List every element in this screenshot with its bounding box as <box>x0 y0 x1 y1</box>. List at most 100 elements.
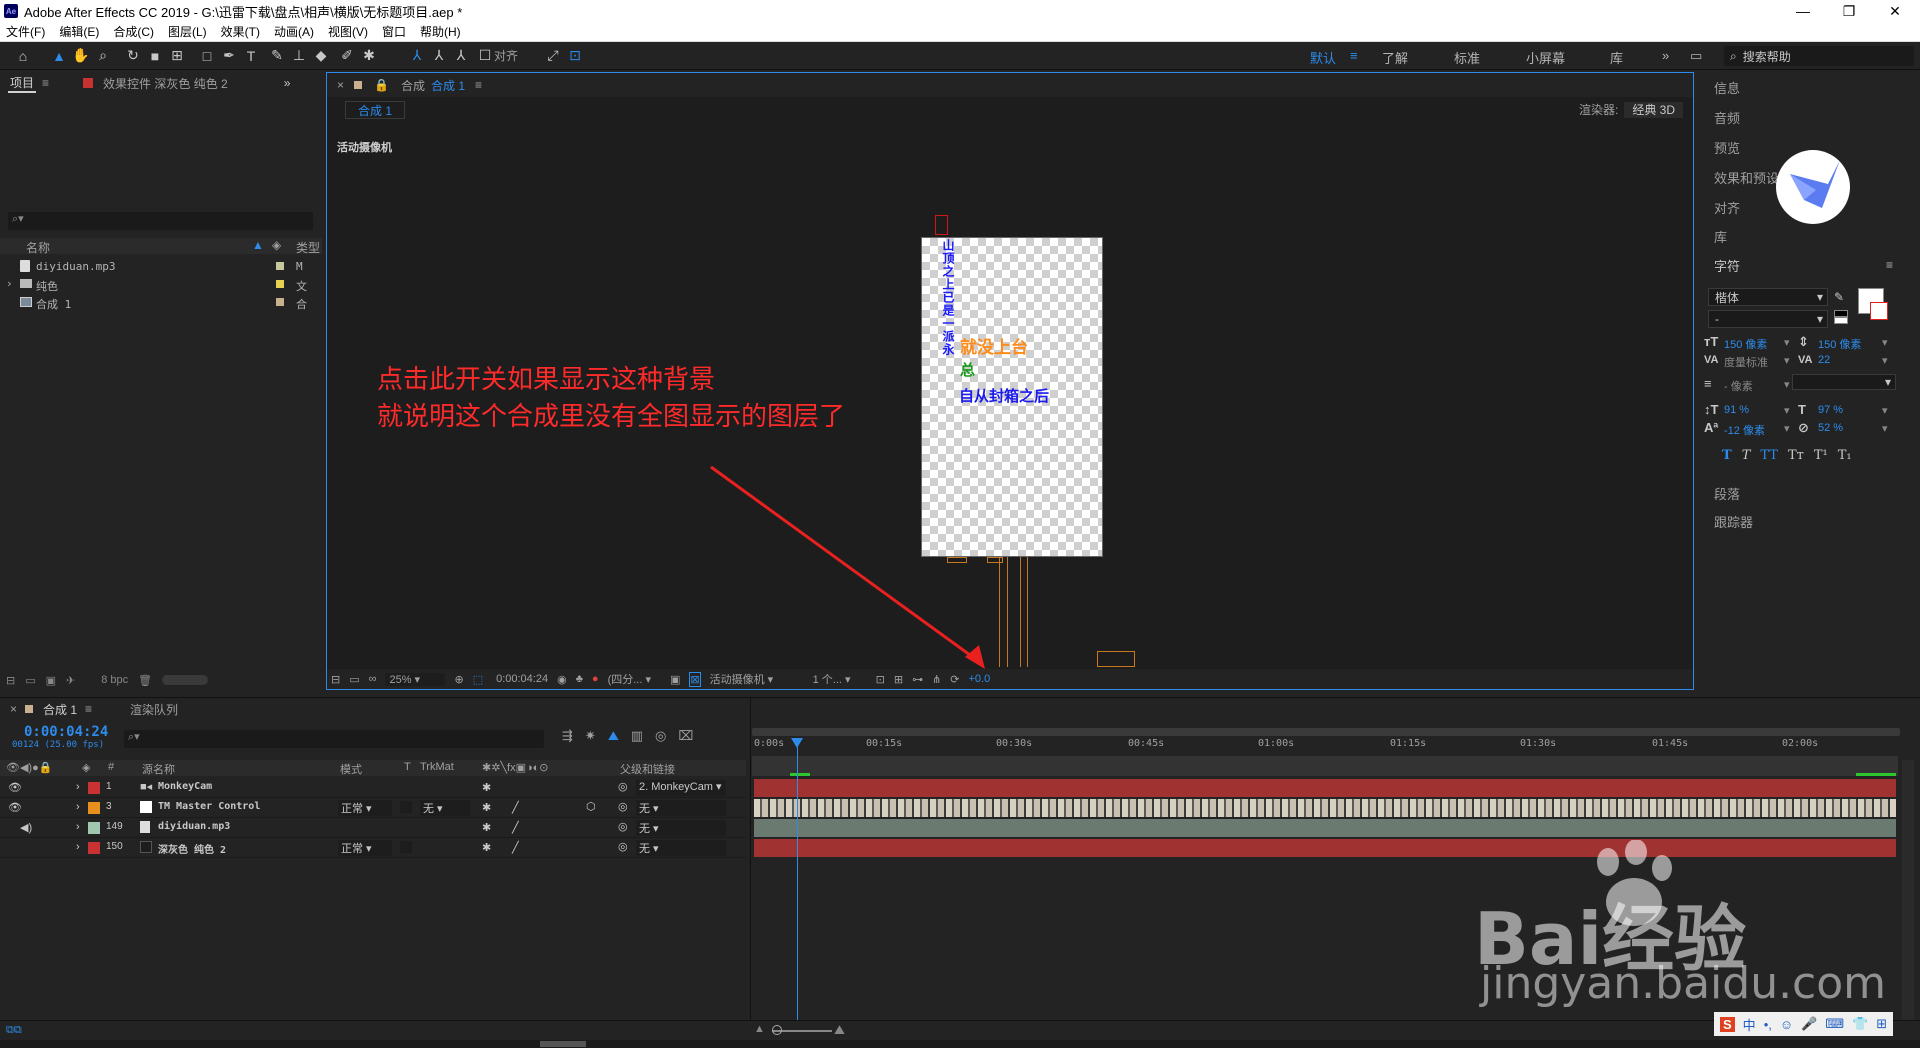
expand-arrow-icon[interactable]: › <box>76 801 80 813</box>
project-item[interactable]: 合成 1 合 <box>0 294 322 312</box>
preserve-transparency-checkbox[interactable] <box>400 801 412 813</box>
workspace-menu-icon[interactable]: ≡ <box>1350 48 1358 63</box>
preserve-transparency-checkbox[interactable] <box>400 841 412 853</box>
label-column-icon[interactable]: ◈ <box>272 238 281 252</box>
workspace-learn[interactable]: 了解 <box>1382 48 1408 67</box>
column-type[interactable]: 类型 <box>296 239 320 256</box>
toggle-pixel-aspect-icon[interactable]: ⊡ <box>876 673 885 686</box>
quality-switch-icon[interactable]: ╱ <box>512 821 519 834</box>
white-swatch[interactable] <box>1834 317 1848 324</box>
fit-icon[interactable]: ⊕ <box>454 673 463 686</box>
tab-composition[interactable]: 合成 1 <box>431 77 465 94</box>
layer-row[interactable]: ◀) › 149 diyiduan.mp3 ✱ ╱ ◎ 无 ▾ <box>0 818 746 838</box>
layer-duration-bar[interactable] <box>754 779 1896 797</box>
home-icon[interactable]: ⌂ <box>12 45 34 67</box>
panel-menu-icon[interactable]: ≡ <box>85 702 92 716</box>
work-area-bar[interactable] <box>752 756 1898 776</box>
workspace-small-screen[interactable]: 小屏幕 <box>1526 48 1565 67</box>
layer-duration-bar[interactable] <box>754 839 1896 857</box>
zoom-out-icon[interactable]: ▲ <box>754 1023 765 1035</box>
panel-menu-icon[interactable]: ≡ <box>475 78 482 92</box>
column-mode[interactable]: 模式 <box>340 761 362 777</box>
stroke-order-dropdown[interactable]: ▾ <box>1792 374 1896 390</box>
panel-paragraph[interactable]: 段落 <box>1714 484 1740 503</box>
faux-bold-button[interactable]: T <box>1722 448 1732 463</box>
view-axis-icon[interactable]: ⅄ <box>450 45 472 67</box>
panel-info[interactable]: 信息 <box>1714 78 1740 97</box>
panel-libraries[interactable]: 库 <box>1714 227 1727 246</box>
workspace-libraries[interactable]: 库 <box>1610 48 1623 67</box>
restore-button[interactable]: ❐ <box>1826 0 1872 22</box>
menu-layer[interactable]: 图层(L) <box>168 23 207 40</box>
eyedropper-icon[interactable]: ✎ <box>1834 290 1844 304</box>
world-axis-icon[interactable]: ⅄ <box>428 45 450 67</box>
monitor-icon[interactable]: ▭ <box>349 673 359 686</box>
region-of-interest-icon[interactable]: ⬚ <box>473 673 483 686</box>
canvas-text-line1[interactable]: 就没上台 <box>960 333 1028 358</box>
timeline-timecode[interactable]: 0:00:04:24 <box>24 724 108 740</box>
motion-blur-icon[interactable]: ◎ <box>655 728 666 744</box>
close-tab-icon[interactable]: × <box>337 78 344 92</box>
column-parent[interactable]: 父级和链接 <box>620 761 675 777</box>
zoom-in-icon[interactable]: ⛰ <box>834 1022 845 1038</box>
fast-preview-icon[interactable]: ▣ <box>670 673 680 686</box>
camera-tool-icon[interactable]: ■ <box>144 45 166 67</box>
tracking-value[interactable]: 22 <box>1818 354 1830 366</box>
menu-view[interactable]: 视图(V) <box>328 23 368 40</box>
stroke-width-value[interactable]: - 像素 <box>1724 378 1753 394</box>
pen-tool-icon[interactable]: ✒ <box>218 45 240 67</box>
horizontal-scale-value[interactable]: 97 % <box>1818 404 1843 416</box>
search-bar-toggle-icon[interactable]: ▭ <box>1690 48 1702 64</box>
keyboard-icon[interactable]: ⌨ <box>1825 1016 1844 1032</box>
chevron-down-icon[interactable]: ▾ <box>1882 404 1888 417</box>
transparency-grid-toggle-icon[interactable]: ⊠ <box>689 671 701 687</box>
ime-language-icon[interactable]: 中 <box>1743 1015 1756 1034</box>
canvas-text-line3[interactable]: 自从封箱之后 <box>959 385 1049 406</box>
camera-dropdown[interactable]: 活动摄像机 ▾ <box>710 671 804 687</box>
layer-switches-toggle-icon[interactable]: ⧉⧉ <box>6 1024 22 1037</box>
render-icon[interactable]: ✈ <box>66 674 75 687</box>
menu-window[interactable]: 窗口 <box>382 23 406 40</box>
panel-menu-icon[interactable]: ≡ <box>1886 258 1893 272</box>
expand-arrow-icon[interactable]: › <box>76 841 80 853</box>
subscript-button[interactable]: T₁ <box>1838 448 1852 463</box>
baseline-shift-value[interactable]: -12 像素 <box>1724 422 1765 438</box>
draft-3d-icon[interactable]: ⊞ <box>894 673 903 686</box>
canvas-vertical-text[interactable]: 山顶之上已是一派永 <box>941 239 957 356</box>
tab-effect-controls[interactable]: 效果控件 深灰色 纯色 2 <box>103 75 228 92</box>
brush-tool-icon[interactable]: ✎ <box>266 45 288 67</box>
visibility-eye-icon[interactable]: 👁 <box>8 781 22 794</box>
parent-dropdown[interactable]: 无 ▾ <box>636 820 726 836</box>
shy-switch-icon[interactable]: ✱ <box>482 781 491 794</box>
chevron-down-icon[interactable]: ▾ <box>1882 336 1888 349</box>
parent-dropdown[interactable]: 2. MonkeyCam ▾ <box>636 780 726 796</box>
hand-tool-icon[interactable]: ✋ <box>70 45 92 67</box>
new-composition-icon[interactable]: ▣ <box>46 674 56 687</box>
all-caps-button[interactable]: TT <box>1760 448 1778 463</box>
quality-switch-icon[interactable]: ╱ <box>512 841 519 854</box>
kerning-value[interactable]: 度量标准 <box>1724 354 1768 370</box>
3d-layer-icon[interactable]: ⬡ <box>586 800 596 813</box>
ime-punctuation-icon[interactable]: •, <box>1764 1017 1772 1032</box>
small-caps-button[interactable]: Tт <box>1788 448 1804 463</box>
panel-overflow-icon[interactable]: » <box>284 76 291 90</box>
sogou-logo-icon[interactable]: S <box>1720 1016 1735 1032</box>
always-preview-icon[interactable]: ⊟ <box>331 673 340 686</box>
zoom-slider-knob[interactable] <box>772 1025 782 1035</box>
resolution-dropdown[interactable]: (四分... ▾ <box>608 671 651 687</box>
close-tab-icon[interactable]: × <box>10 702 17 716</box>
taskbar-thumb[interactable] <box>540 1041 586 1047</box>
expand-arrow-icon[interactable]: › <box>76 821 80 833</box>
parent-dropdown[interactable]: 无 ▾ <box>636 800 726 816</box>
mode-dropdown[interactable]: 正常 ▾ <box>338 840 392 856</box>
renderer-value[interactable]: 经典 3D <box>1624 102 1683 118</box>
bpc-badge[interactable]: 8 bpc <box>101 674 128 686</box>
chevron-down-icon[interactable]: ▾ <box>1882 354 1888 367</box>
font-family-dropdown[interactable]: 楷体 ▾ <box>1708 288 1828 306</box>
layer-name[interactable]: diyiduan.mp3 <box>158 821 230 832</box>
layer-row[interactable]: 👁 › 3 TM Master Control 正常 ▾ 无 ▾ ✱ ╱ ⬡ ◎… <box>0 798 746 818</box>
renderer-selector[interactable]: 渲染器: 经典 3D <box>1579 101 1683 118</box>
project-item[interactable]: diyiduan.mp3 M <box>0 258 322 276</box>
tsume-value[interactable]: 52 % <box>1818 422 1843 434</box>
label-column-icon[interactable]: ◈ <box>82 761 90 774</box>
